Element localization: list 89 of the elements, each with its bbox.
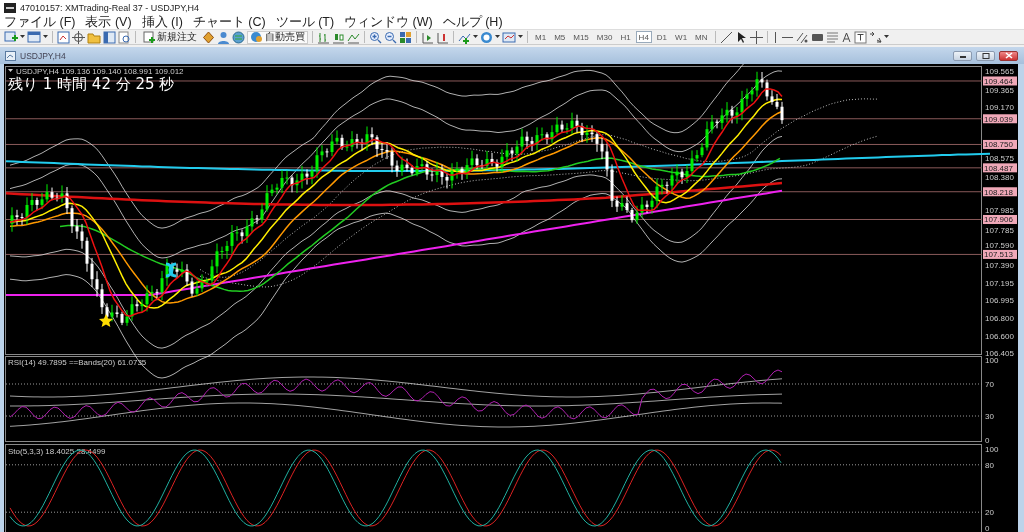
stochastic-axis-label: 20 <box>985 508 994 518</box>
timeframe-button[interactable]: H1 <box>617 31 634 43</box>
rsi-axis-label: 100 <box>985 356 999 365</box>
price-axis-label: 108.380 <box>985 173 1014 183</box>
price-axis-label: 106.405 <box>985 348 1014 358</box>
timeframe-button[interactable]: M5 <box>551 31 569 43</box>
menu-item[interactable]: ファイル (F) <box>4 15 76 29</box>
diamond-icon[interactable] <box>202 30 215 44</box>
price-level-label: 108.218 <box>983 187 1017 197</box>
new-order-button[interactable]: 新規注文 <box>140 30 200 44</box>
stochastic-axis-label: 80 <box>985 460 994 470</box>
autoscroll-icon[interactable] <box>436 30 449 44</box>
menu-item[interactable]: チャート (C) <box>192 15 266 29</box>
menu-item[interactable]: ヘルプ (H) <box>442 15 503 29</box>
coins-icon <box>250 31 263 43</box>
window-title: 47010157: XMTrading-Real 37 - USDJPY,H4 <box>20 2 200 13</box>
trendline-icon[interactable] <box>719 30 733 44</box>
price-axis-label: 109.170 <box>985 103 1014 113</box>
grid-icon[interactable] <box>399 30 412 44</box>
price-level-label: 109.039 <box>983 114 1017 124</box>
minimize-button[interactable] <box>953 50 972 61</box>
price-level-label: 107.513 <box>983 249 1017 260</box>
menu-item[interactable]: 挿入 (I) <box>141 15 183 29</box>
caret-icon[interactable] <box>473 35 478 39</box>
window-icon[interactable] <box>103 30 116 44</box>
maximize-button[interactable] <box>976 50 995 61</box>
dropdown-triangle-icon <box>8 69 13 72</box>
timeframe-button[interactable]: H4 <box>635 31 652 43</box>
app-logo-icon <box>4 2 16 13</box>
price-axis-label: 107.785 <box>985 226 1014 236</box>
caret-icon[interactable] <box>43 35 48 39</box>
signal-arrow-icon <box>164 262 178 278</box>
price-axis-label: 107.590 <box>985 240 1014 250</box>
caret-icon[interactable] <box>20 35 25 39</box>
price-axis-label: 109.365 <box>985 86 1014 96</box>
close-icon <box>1004 52 1013 59</box>
maximize-icon <box>981 52 990 59</box>
chart-info: USDJPY,H4 109.136 109.140 108.991 109.012 <box>16 67 184 76</box>
caret-icon[interactable] <box>518 35 523 39</box>
text-label-icon[interactable] <box>853 30 867 44</box>
menu-item[interactable]: ウィンドウ (W) <box>344 15 433 29</box>
chart-shift-icon[interactable] <box>421 30 434 44</box>
chart-window-title: USDJPY,H4 <box>20 50 66 61</box>
auto-trading-button[interactable]: 自動売買 <box>247 30 308 44</box>
price-axis-label: 108.575 <box>985 154 1014 164</box>
price-level-label: 109.464 <box>983 76 1017 86</box>
stochastic-axis-label: 0 <box>985 524 990 532</box>
template-icon[interactable] <box>502 30 516 44</box>
crosshair-icon[interactable] <box>749 30 763 44</box>
menu-item[interactable]: ツール (T) <box>275 15 335 29</box>
caret-icon[interactable] <box>883 35 889 39</box>
price-axis-label: 107.985 <box>985 206 1014 215</box>
price-axis-label: 107.195 <box>985 278 1014 288</box>
crosshair-icon[interactable] <box>72 30 85 44</box>
price-level-label: 107.906 <box>983 215 1017 225</box>
countdown-timer: 残り 1 時間 42 分 25 秒 <box>8 75 175 93</box>
timeframe-button[interactable]: MN <box>692 31 711 43</box>
rsi-axis-label: 70 <box>985 380 994 389</box>
person-icon[interactable] <box>217 30 230 44</box>
window-icon[interactable] <box>27 30 41 44</box>
price-level-label: 108.750 <box>983 139 1017 150</box>
price-axis-label: 107.390 <box>985 261 1014 271</box>
star-icon <box>99 314 113 327</box>
timeframe-button[interactable]: M1 <box>532 31 550 43</box>
price-level-label: 108.487 <box>983 163 1017 173</box>
timeframe-button[interactable]: M15 <box>570 31 592 43</box>
zoom-in-icon[interactable] <box>369 30 382 44</box>
timeframe-button[interactable]: W1 <box>672 31 691 43</box>
rsi-axis-label: 0 <box>985 436 990 445</box>
price-axis-label: 106.995 <box>985 296 1014 306</box>
zoom-out-icon[interactable] <box>384 30 397 44</box>
bar-chart-icon[interactable] <box>317 30 330 44</box>
chart-window-icon <box>5 50 16 61</box>
chart-window-icon[interactable] <box>57 30 70 44</box>
rsi-info: RSI(14) 49.7895 ==Bands(20) 61.0735 <box>8 358 147 367</box>
close-button[interactable] <box>999 50 1018 61</box>
caret-icon[interactable] <box>495 35 500 39</box>
rsi-axis-label: 30 <box>985 412 994 421</box>
price-axis-label: 106.600 <box>985 331 1014 341</box>
letter-icon[interactable] <box>840 30 852 44</box>
menu-item[interactable]: 表示 (V) <box>85 15 132 29</box>
timeframe-button[interactable]: D1 <box>653 31 671 43</box>
magnifier-icon[interactable] <box>118 30 131 44</box>
stochastic-axis-label: 100 <box>985 445 999 454</box>
price-axis-label: 106.800 <box>985 313 1014 323</box>
stochastic-info: Sto(5,3,3) 18.4025 28.4499 <box>8 447 106 456</box>
globe-icon[interactable] <box>232 30 245 44</box>
price-axis-label: 109.565 <box>985 67 1014 77</box>
timeframe-button[interactable]: M30 <box>593 31 616 43</box>
